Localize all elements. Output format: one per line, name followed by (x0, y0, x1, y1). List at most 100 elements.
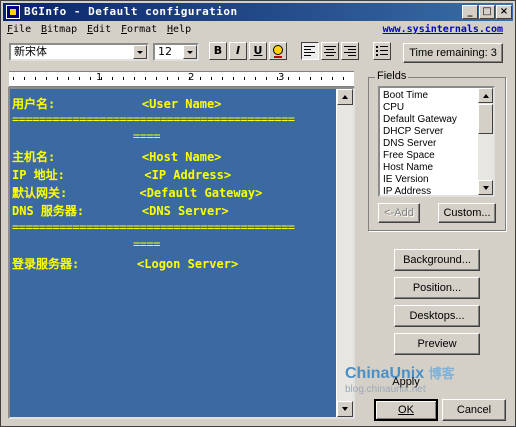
ruler-tick (13, 77, 14, 80)
chevron-down-icon (133, 45, 147, 59)
ok-button[interactable]: OK (374, 399, 438, 421)
ruler-tick (123, 77, 124, 80)
underline-button[interactable]: U (249, 42, 267, 60)
font-select[interactable]: 新宋体 (9, 43, 149, 61)
ruler-tick (310, 77, 311, 80)
scroll-thumb[interactable] (478, 104, 493, 134)
align-left-button[interactable] (301, 42, 319, 60)
editor-line: 默认网关: <Default Gateway> (12, 186, 263, 200)
ruler-tick (233, 77, 234, 80)
ruler-tick (57, 77, 58, 80)
ruler-tick (321, 77, 322, 80)
ruler-tick (211, 77, 212, 80)
align-right-button[interactable] (341, 42, 359, 60)
app-icon (6, 5, 20, 19)
fields-scrollbar[interactable] (478, 88, 493, 195)
ruler-tick (288, 77, 289, 80)
ruler-tick (299, 77, 300, 80)
ruler-tick (332, 77, 333, 80)
ruler-tick (68, 77, 69, 80)
desktops-button[interactable]: Desktops... (394, 305, 480, 327)
fields-label: Fields (375, 70, 409, 82)
add-field-button[interactable]: <-Add (378, 203, 420, 223)
sysinternals-link[interactable]: www.sysinternals.com (383, 24, 503, 35)
ruler-tick (134, 77, 135, 80)
list-item[interactable]: DNS Server (383, 138, 436, 149)
ruler-tick (156, 77, 157, 80)
ruler-tick (200, 77, 201, 80)
close-button[interactable]: × (496, 5, 512, 19)
editor-separator: ========================================… (12, 220, 295, 234)
text-editor[interactable]: 用户名: <User Name> =======================… (8, 87, 355, 419)
font-select-value: 新宋体 (14, 45, 47, 58)
apply-button[interactable]: Apply (375, 372, 437, 392)
editor-line: 用户名: <User Name> (12, 97, 222, 111)
menu-bitmap[interactable]: Bitmap (41, 24, 77, 35)
ruler-tick (222, 77, 223, 80)
size-select[interactable]: 12 (153, 43, 199, 61)
ruler-tick (112, 77, 113, 80)
scroll-down-icon[interactable] (337, 401, 353, 417)
list-item[interactable]: Boot Time (383, 90, 428, 101)
ruler-tick (343, 77, 344, 80)
time-remaining-button[interactable]: Time remaining: 3 (403, 43, 503, 63)
ruler-tick (46, 77, 47, 80)
ruler-tick (35, 77, 36, 80)
maximize-button[interactable]: □ (479, 5, 495, 19)
minimize-button[interactable]: _ (462, 5, 478, 19)
editor-content[interactable]: 用户名: <User Name> =======================… (10, 89, 336, 417)
ruler-tick (101, 77, 102, 80)
ruler-tick (266, 77, 267, 80)
ruler-number-3: 3 (278, 72, 285, 83)
list-item[interactable]: Free Space (383, 150, 435, 161)
bullet-list-icon (376, 46, 388, 56)
align-right-icon (344, 46, 356, 56)
menu-bar: File Bitmap Edit Format Help www.sysinte… (3, 22, 513, 40)
list-item[interactable]: CPU (383, 102, 404, 113)
scroll-up-icon[interactable] (478, 88, 493, 103)
title-bar: BGInfo - Default configuration _ □ × (3, 3, 513, 21)
ruler-tick (255, 77, 256, 80)
ruler-tick (24, 77, 25, 80)
bold-button[interactable]: B (209, 42, 227, 60)
menu-edit[interactable]: Edit (87, 24, 111, 35)
scroll-down-icon[interactable] (478, 180, 493, 195)
background-button[interactable]: Background... (394, 249, 480, 271)
bginfo-window: BGInfo - Default configuration _ □ × Fil… (0, 0, 516, 427)
scroll-up-icon[interactable] (337, 89, 353, 105)
ruler-tick (90, 77, 91, 80)
list-item[interactable]: Host Name (383, 162, 433, 173)
bullet-list-button[interactable] (373, 42, 391, 60)
editor-line: 登录服务器: <Logon Server> (12, 257, 239, 271)
list-item[interactable]: IP Address (383, 186, 431, 195)
custom-field-button[interactable]: Custom... (438, 203, 496, 223)
editor-line: IP 地址: <IP Address> (12, 168, 232, 182)
editor-separator: ========================================… (12, 112, 295, 126)
ruler-tick (244, 77, 245, 80)
menu-help[interactable]: Help (167, 24, 191, 35)
list-item[interactable]: Default Gateway (383, 114, 457, 125)
list-item[interactable]: DHCP Server (383, 126, 443, 137)
list-item[interactable]: IE Version (383, 174, 429, 185)
align-center-button[interactable] (321, 42, 339, 60)
font-color-button[interactable] (269, 42, 287, 60)
fields-list[interactable]: Boot Time CPU Default Gateway DHCP Serve… (378, 86, 495, 197)
ruler-tick (167, 77, 168, 80)
menu-file[interactable]: File (7, 24, 31, 35)
italic-button[interactable]: I (229, 42, 247, 60)
editor-line: DNS 服务器: <DNS Server> (12, 204, 229, 218)
ruler-tick (277, 77, 278, 80)
chevron-down-icon (183, 45, 197, 59)
editor-separator: ==== (12, 129, 160, 143)
align-center-icon (324, 46, 336, 56)
ruler: 1 2 3 (9, 71, 354, 87)
cancel-button[interactable]: Cancel (442, 399, 506, 421)
menu-format[interactable]: Format (121, 24, 157, 35)
editor-separator: ==== (12, 237, 160, 251)
preview-button[interactable]: Preview (394, 333, 480, 355)
font-color-icon (273, 45, 283, 58)
position-button[interactable]: Position... (394, 277, 480, 299)
size-select-value: 12 (158, 45, 172, 58)
ruler-tick (79, 77, 80, 80)
ruler-tick (145, 77, 146, 80)
